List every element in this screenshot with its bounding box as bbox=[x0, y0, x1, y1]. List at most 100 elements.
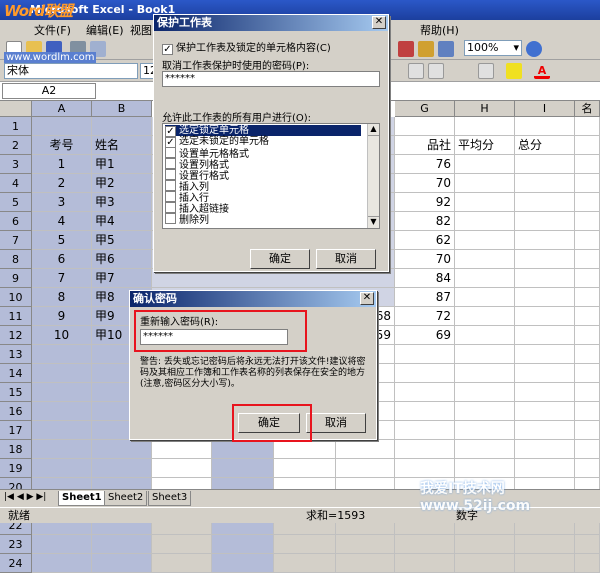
cell-j[interactable] bbox=[575, 136, 600, 155]
protect-ok-button[interactable]: 确定 bbox=[250, 249, 310, 269]
row-header[interactable]: 11 bbox=[0, 307, 32, 326]
cell-g[interactable] bbox=[395, 421, 455, 440]
cell-h[interactable] bbox=[455, 364, 515, 383]
cell[interactable] bbox=[212, 554, 274, 573]
cell-g[interactable] bbox=[395, 364, 455, 383]
cell-h[interactable] bbox=[455, 269, 515, 288]
permission-checkbox[interactable] bbox=[165, 180, 176, 191]
password-input[interactable]: ****** bbox=[162, 71, 380, 87]
cell-j[interactable] bbox=[575, 554, 600, 573]
cell-j[interactable] bbox=[575, 250, 600, 269]
row-header[interactable]: 7 bbox=[0, 231, 32, 250]
cell-a[interactable]: 6 bbox=[32, 250, 92, 269]
cell-h[interactable] bbox=[455, 117, 515, 136]
permission-checkbox[interactable] bbox=[165, 213, 176, 224]
cell-g[interactable]: 品社 bbox=[395, 136, 455, 155]
permission-checkbox[interactable] bbox=[165, 158, 176, 169]
cell-i[interactable] bbox=[515, 459, 575, 478]
cell-i[interactable] bbox=[515, 440, 575, 459]
cell[interactable] bbox=[274, 535, 336, 554]
cell-i[interactable] bbox=[515, 269, 575, 288]
cell[interactable] bbox=[336, 459, 395, 478]
cell-g[interactable] bbox=[395, 383, 455, 402]
row-header[interactable]: 12 bbox=[0, 326, 32, 345]
select-all-corner[interactable] bbox=[0, 101, 32, 117]
cell[interactable] bbox=[212, 440, 274, 459]
cell-j[interactable] bbox=[575, 307, 600, 326]
column-header-g[interactable]: G bbox=[395, 101, 455, 117]
permission-item[interactable]: 设置单元格格式 bbox=[165, 147, 361, 160]
row-header[interactable]: 24 bbox=[0, 554, 32, 573]
cell-i[interactable] bbox=[515, 364, 575, 383]
permission-item[interactable]: 插入行 bbox=[165, 191, 361, 204]
row-header[interactable]: 14 bbox=[0, 364, 32, 383]
borders-icon[interactable] bbox=[478, 63, 494, 79]
cell-a[interactable]: 5 bbox=[32, 231, 92, 250]
cell-h[interactable] bbox=[455, 440, 515, 459]
cell-g[interactable] bbox=[395, 402, 455, 421]
cell-b[interactable] bbox=[92, 535, 152, 554]
row-header[interactable]: 5 bbox=[0, 193, 32, 212]
name-box[interactable]: A2 bbox=[2, 83, 96, 99]
cell-b[interactable]: 甲5 bbox=[92, 231, 152, 250]
cell-j[interactable] bbox=[575, 383, 600, 402]
cell[interactable] bbox=[212, 459, 274, 478]
cell-j[interactable] bbox=[575, 459, 600, 478]
chart-icon[interactable] bbox=[398, 41, 414, 57]
cell-i[interactable] bbox=[515, 535, 575, 554]
cell-h[interactable] bbox=[455, 193, 515, 212]
protect-checkbox-row[interactable]: ✓ 保护工作表及锁定的单元格内容(C) bbox=[162, 39, 331, 55]
cell[interactable] bbox=[152, 459, 212, 478]
cell[interactable] bbox=[336, 554, 395, 573]
cell-g[interactable] bbox=[395, 117, 455, 136]
scroll-down-icon[interactable]: ▼ bbox=[368, 216, 379, 228]
tab-sheet2[interactable]: Sheet2 bbox=[104, 491, 148, 506]
row-header[interactable]: 10 bbox=[0, 288, 32, 307]
cell-g[interactable]: 69 bbox=[395, 326, 455, 345]
permission-item[interactable]: 删除列 bbox=[165, 213, 361, 226]
row-header[interactable]: 13 bbox=[0, 345, 32, 364]
cell-j[interactable] bbox=[575, 155, 600, 174]
row-header[interactable]: 23 bbox=[0, 535, 32, 554]
cell-j[interactable] bbox=[575, 402, 600, 421]
cell[interactable] bbox=[274, 459, 336, 478]
font-color-icon[interactable]: A bbox=[534, 63, 550, 79]
cell-j[interactable] bbox=[575, 174, 600, 193]
cell-j[interactable] bbox=[575, 288, 600, 307]
cell-a[interactable]: 考号 bbox=[32, 136, 92, 155]
cell-a[interactable]: 7 bbox=[32, 269, 92, 288]
cell-i[interactable] bbox=[515, 345, 575, 364]
permission-item[interactable]: 插入超链接 bbox=[165, 202, 361, 215]
cell-a[interactable] bbox=[32, 459, 92, 478]
column-header-h[interactable]: H bbox=[455, 101, 515, 117]
row-header[interactable]: 17 bbox=[0, 421, 32, 440]
cell-a[interactable]: 1 bbox=[32, 155, 92, 174]
cell-a[interactable]: 2 bbox=[32, 174, 92, 193]
close-icon[interactable]: ✕ bbox=[372, 16, 386, 29]
cell-h[interactable] bbox=[455, 307, 515, 326]
tab-sheet3[interactable]: Sheet3 bbox=[148, 491, 192, 506]
protect-cancel-button[interactable]: 取消 bbox=[316, 249, 376, 269]
sort-icon[interactable] bbox=[438, 41, 454, 57]
cell-j[interactable] bbox=[575, 193, 600, 212]
permission-checkbox[interactable] bbox=[165, 191, 176, 202]
row-header[interactable]: 4 bbox=[0, 174, 32, 193]
cell-b[interactable]: 甲7 bbox=[92, 269, 152, 288]
cell-a[interactable] bbox=[32, 440, 92, 459]
cell-b[interactable]: 甲4 bbox=[92, 212, 152, 231]
cell-i[interactable] bbox=[515, 421, 575, 440]
cell-b[interactable]: 甲3 bbox=[92, 193, 152, 212]
cell-i[interactable] bbox=[515, 307, 575, 326]
cell-g[interactable]: 92 bbox=[395, 193, 455, 212]
cell-a[interactable] bbox=[32, 364, 92, 383]
increase-indent-icon[interactable] bbox=[408, 63, 424, 79]
cell-a[interactable] bbox=[32, 535, 92, 554]
row-header[interactable]: 1 bbox=[0, 117, 32, 136]
cell-g[interactable] bbox=[395, 440, 455, 459]
cell[interactable] bbox=[336, 535, 395, 554]
list-scrollbar[interactable]: ▲ ▼ bbox=[367, 124, 379, 228]
cell-g[interactable]: 76 bbox=[395, 155, 455, 174]
protect-checkbox[interactable]: ✓ bbox=[162, 44, 173, 55]
cell-a[interactable] bbox=[32, 554, 92, 573]
cell-i[interactable] bbox=[515, 326, 575, 345]
